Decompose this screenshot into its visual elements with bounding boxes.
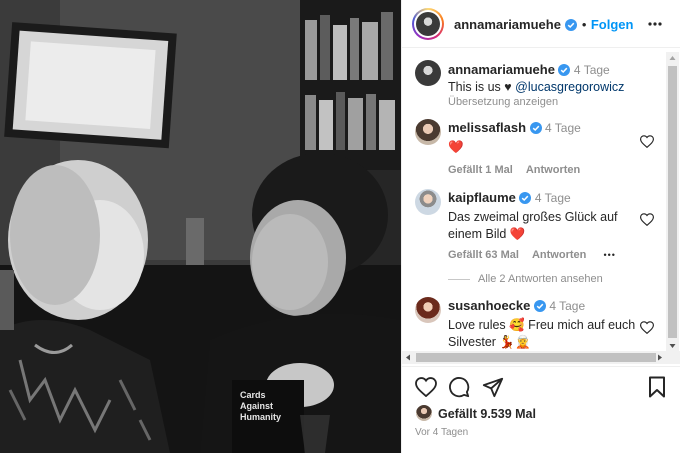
box-line-3: Humanity bbox=[240, 412, 281, 422]
comments-list[interactable]: annamariamuehe 4 Tage This is us ♥ @luca… bbox=[402, 49, 680, 365]
heart-icon[interactable] bbox=[640, 321, 654, 334]
verified-icon bbox=[565, 19, 578, 31]
caption-username[interactable]: annamariamuehe bbox=[448, 62, 555, 77]
post-actions: Gefällt 9.539 Mal Vor 4 Tagen bbox=[402, 366, 680, 453]
comment-text: Das zweimal großes Glück auf einem Bild … bbox=[448, 210, 618, 241]
verified-icon bbox=[533, 300, 546, 312]
post-date[interactable]: Vor 4 Tagen bbox=[415, 427, 468, 438]
story-ring[interactable] bbox=[412, 8, 444, 40]
verified-icon bbox=[529, 122, 542, 134]
view-replies[interactable]: Alle 2 Antworten ansehen bbox=[448, 273, 638, 285]
horizontal-scrollbar[interactable] bbox=[402, 351, 680, 364]
comment-username[interactable]: susanhoecke bbox=[448, 298, 530, 313]
comment-avatar[interactable] bbox=[415, 189, 441, 215]
comment-text: Love rules 🥰 Freu mich auf euch Silveste… bbox=[448, 318, 636, 349]
reply-button[interactable]: Antworten bbox=[526, 164, 580, 176]
separator-dot: • bbox=[581, 17, 587, 32]
comment-username[interactable]: kaipflaume bbox=[448, 190, 516, 205]
comment-time: 4 Tage bbox=[549, 299, 586, 313]
comment: susanhoecke 4 Tage Love rules 🥰 Freu mic… bbox=[448, 297, 638, 351]
comment: kaipflaume 4 Tage Das zweimal großes Glü… bbox=[448, 189, 638, 285]
liker-avatar[interactable] bbox=[416, 405, 432, 421]
comment-username[interactable]: melissaflash bbox=[448, 120, 526, 135]
verified-icon bbox=[519, 192, 532, 204]
view-replies-label[interactable]: Alle 2 Antworten ansehen bbox=[478, 273, 603, 285]
more-options-icon[interactable] bbox=[647, 17, 663, 31]
likes-count[interactable]: Gefällt 9.539 Mal bbox=[438, 407, 536, 421]
translate-link[interactable]: Übersetzung anzeigen bbox=[448, 96, 663, 108]
comment-more-button[interactable]: ••• bbox=[603, 250, 615, 260]
comment-avatar[interactable] bbox=[415, 297, 441, 323]
post-photo[interactable]: Cards Against Humanity bbox=[0, 0, 401, 453]
verified-icon bbox=[558, 64, 571, 76]
comment: melissaflash 4 Tage ❤️ Gefällt 1 Mal Ant… bbox=[448, 119, 638, 176]
replies-line bbox=[448, 278, 470, 280]
follow-button[interactable]: Folgen bbox=[591, 17, 634, 32]
author-username[interactable]: annamariamuehe bbox=[454, 17, 561, 32]
post-header: annamariamuehe • Folgen bbox=[402, 0, 680, 48]
comment-text: ❤️ bbox=[448, 140, 464, 154]
scroll-thumb[interactable] bbox=[668, 66, 677, 338]
comment-time: 4 Tage bbox=[545, 121, 581, 135]
scroll-thumb-horizontal[interactable] bbox=[416, 353, 656, 362]
comment-likes[interactable]: Gefällt 63 Mal bbox=[448, 249, 519, 261]
vertical-scrollbar[interactable] bbox=[666, 52, 679, 352]
caption-time: 4 Tage bbox=[573, 63, 610, 77]
box-line-2: Against bbox=[240, 401, 273, 411]
box-line-1: Cards bbox=[240, 390, 266, 400]
comment-avatar[interactable] bbox=[415, 119, 441, 145]
comment-time: 4 Tage bbox=[534, 191, 571, 205]
caption-text: This is us ♥ bbox=[448, 80, 512, 94]
heart-icon[interactable] bbox=[640, 213, 654, 226]
reply-button[interactable]: Antworten bbox=[532, 249, 586, 261]
caption: annamariamuehe 4 Tage This is us ♥ @luca… bbox=[448, 61, 663, 108]
bookmark-icon[interactable] bbox=[648, 376, 666, 398]
comment-icon[interactable] bbox=[448, 376, 470, 398]
caption-avatar[interactable] bbox=[415, 60, 441, 86]
mention-link[interactable]: @lucasgregorowicz bbox=[515, 80, 624, 94]
share-icon[interactable] bbox=[482, 376, 504, 398]
post-side-panel: annamariamuehe • Folgen annamariamuehe 4… bbox=[401, 0, 680, 453]
heart-icon[interactable] bbox=[640, 135, 654, 148]
photo-scene: Cards Against Humanity bbox=[0, 0, 401, 453]
author-avatar bbox=[416, 12, 440, 36]
like-icon[interactable] bbox=[415, 377, 437, 397]
comment-likes[interactable]: Gefällt 1 Mal bbox=[448, 164, 513, 176]
